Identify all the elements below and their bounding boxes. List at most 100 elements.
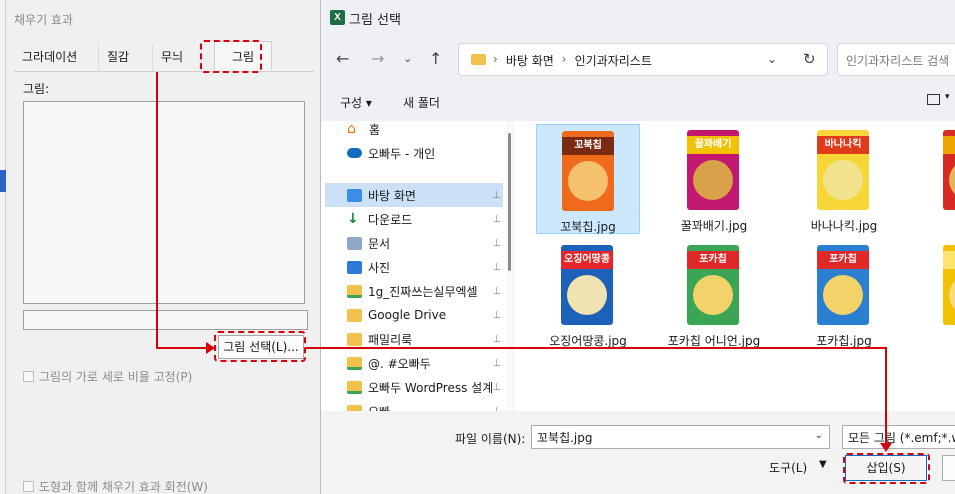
nav-item[interactable]: Google Drive ⊥ bbox=[325, 303, 503, 327]
select-picture-button[interactable]: 그림 선택(L)... bbox=[218, 335, 304, 359]
scroll-thumb[interactable] bbox=[508, 133, 511, 271]
pin-icon: ⊥ bbox=[492, 333, 501, 345]
address-bar[interactable]: › 바탕 화면 › 인기과자리스트 ⌄ ↻ bbox=[458, 43, 828, 76]
nav-item[interactable]: 문서 ⊥ bbox=[325, 231, 503, 255]
filetype-select[interactable]: 모든 그림 (*.emf;*.wmf bbox=[842, 425, 955, 449]
pin-icon: ⊥ bbox=[492, 405, 501, 412]
pin-icon: ⊥ bbox=[492, 237, 501, 249]
pin-icon: ⊥ bbox=[492, 309, 501, 321]
folder-icon bbox=[347, 404, 362, 411]
nav-item[interactable]: 오빠두 WordPress 설계 ⊥ bbox=[325, 375, 503, 399]
tools-button[interactable]: 도구(L) bbox=[769, 459, 807, 476]
chevron-right-icon: › bbox=[561, 52, 567, 66]
nav-item[interactable]: 사진 ⊥ bbox=[325, 255, 503, 279]
file-tile[interactable]: 허니허니 bbox=[918, 239, 955, 349]
file-tile[interactable]: 오징어땅콩 오징어땅콩.jpg bbox=[536, 239, 640, 349]
package-logo: 포카칩 bbox=[687, 251, 739, 269]
back-arrow-icon[interactable]: ← bbox=[336, 49, 349, 68]
chevron-down-icon[interactable]: ⌄ bbox=[815, 430, 823, 441]
annotation-line bbox=[306, 347, 886, 349]
nav-item-label: 다운로드 bbox=[368, 212, 413, 227]
file-thumbnail: 포카칩 bbox=[817, 245, 869, 325]
nav-item-label: @. #오빠두 bbox=[368, 356, 431, 371]
tab-texture[interactable]: 질감 bbox=[98, 44, 137, 72]
snack-image bbox=[568, 161, 608, 201]
pin-icon: ⊥ bbox=[492, 357, 501, 369]
nav-scrollbar[interactable] bbox=[506, 121, 513, 411]
file-thumbnail: 오징어땅콩 bbox=[561, 245, 613, 325]
breadcrumb-desktop[interactable]: 바탕 화면 bbox=[506, 52, 554, 69]
fill-tabs: 그라데이션 질감 무늬 그림 bbox=[14, 41, 314, 72]
folder-icon bbox=[471, 54, 486, 65]
package-logo: 허니 bbox=[943, 251, 955, 269]
tools-caret-icon[interactable]: ▼ bbox=[819, 459, 827, 470]
organize-button[interactable]: 구성 ▾ bbox=[340, 94, 372, 111]
desktop-icon bbox=[347, 188, 362, 202]
tab-gradient[interactable]: 그라데이션 bbox=[14, 44, 85, 72]
package-logo: 꼬북칩 bbox=[562, 137, 614, 155]
file-thumbnail: 꿀꽈배기 bbox=[687, 130, 739, 210]
file-tile[interactable]: 바나나킥 바나나킥.jpg bbox=[792, 124, 896, 234]
nav-item-label: 바탕 화면 bbox=[368, 188, 416, 203]
document-icon bbox=[347, 236, 362, 250]
breadcrumb: › 바탕 화면 › 인기과자리스트 bbox=[493, 52, 652, 69]
nav-item[interactable]: 바탕 화면 ⊥ bbox=[325, 183, 503, 207]
snack-image bbox=[693, 160, 733, 200]
file-thumbnail: 썬 bbox=[943, 130, 955, 210]
lock-ratio-label: 그림의 가로 세로 비율 고정(P) bbox=[39, 370, 193, 384]
nav-item-label: 오빠두 WordPress 설계 bbox=[368, 380, 494, 395]
view-icon[interactable] bbox=[927, 94, 940, 105]
file-grid: 꼬북칩꼬북칩.jpg꿀꽈배기꿀꽈배기.jpg바나나킥바나나킥.jpg썬썬오징어땅… bbox=[514, 121, 955, 411]
nav-item[interactable]: ↓ 다운로드 ⊥ bbox=[325, 207, 503, 231]
up-arrow-icon[interactable]: ↑ bbox=[429, 49, 442, 68]
checkbox-box bbox=[23, 371, 34, 382]
package-logo: 썬 bbox=[943, 136, 955, 154]
annotation-line bbox=[156, 72, 158, 348]
excel-app-icon: X bbox=[330, 10, 345, 25]
insert-button[interactable]: 삽입(S) bbox=[845, 455, 927, 481]
file-thumbnail: 바나나킥 bbox=[817, 130, 869, 210]
nav-item[interactable]: 오빠두 - 개인 bbox=[325, 141, 503, 165]
breadcrumb-folder[interactable]: 인기과자리스트 bbox=[575, 52, 652, 69]
filename-label: 파일 이름(N): bbox=[455, 432, 526, 446]
pin-icon: ⊥ bbox=[492, 213, 501, 225]
nav-item-label: 오빠두 - 개인 bbox=[368, 146, 436, 161]
snack-image bbox=[823, 275, 863, 315]
nav-item[interactable]: 오빠 ⊥ bbox=[325, 399, 503, 411]
forward-arrow-icon[interactable]: → bbox=[371, 49, 384, 68]
file-thumbnail: 꼬북칩 bbox=[562, 131, 614, 211]
folder-icon bbox=[347, 380, 362, 394]
filename-input[interactable]: 꼬북칩.jpg ⌄ bbox=[531, 425, 830, 449]
file-thumbnail: 포카칩 bbox=[687, 245, 739, 325]
pin-icon: ⊥ bbox=[492, 189, 501, 201]
nav-item[interactable]: 1g_진짜쓰는실무엑셀 ⊥ bbox=[325, 279, 503, 303]
picture-preview bbox=[23, 101, 305, 304]
cancel-button[interactable] bbox=[942, 455, 955, 481]
file-tile[interactable]: 포카칩 포카칩.jpg bbox=[792, 239, 896, 349]
nav-item[interactable]: @. #오빠두 ⊥ bbox=[325, 351, 503, 375]
file-tile[interactable]: 포카칩 포카칩 어니언.jpg bbox=[662, 239, 766, 349]
view-caret-icon[interactable]: ▾ bbox=[945, 92, 950, 102]
tab-picture[interactable]: 그림 bbox=[214, 41, 272, 71]
file-name: 허니 bbox=[918, 333, 955, 349]
refresh-icon[interactable]: ↻ bbox=[803, 50, 816, 68]
file-tile[interactable]: 꿀꽈배기 꿀꽈배기.jpg bbox=[662, 124, 766, 234]
package-logo: 포카칩 bbox=[817, 251, 869, 269]
snack-image bbox=[949, 160, 955, 200]
file-tile[interactable]: 꼬북칩 꼬북칩.jpg bbox=[536, 124, 640, 234]
search-input[interactable]: 인기과자리스트 검색 bbox=[837, 43, 955, 76]
chevron-down-icon[interactable]: ⌄ bbox=[767, 52, 777, 66]
folder-icon bbox=[347, 356, 362, 370]
package-logo: 꿀꽈배기 bbox=[687, 136, 739, 154]
nav-item[interactable]: ⌂ 홈 bbox=[325, 121, 503, 141]
tab-pattern[interactable]: 무늬 bbox=[152, 44, 191, 72]
file-tile[interactable]: 썬썬 bbox=[918, 124, 955, 234]
recent-chevron-icon[interactable]: ⌄ bbox=[403, 52, 412, 65]
pin-icon: ⊥ bbox=[492, 381, 501, 393]
lock-ratio-checkbox[interactable]: 그림의 가로 세로 비율 고정(P) bbox=[23, 368, 192, 385]
fill-dialog-title: 채우기 효과 bbox=[14, 13, 74, 27]
folder-icon bbox=[347, 332, 362, 346]
new-folder-button[interactable]: 새 폴더 bbox=[403, 94, 440, 111]
rotate-label: 도형과 함께 채우기 효과 회전(W) bbox=[39, 480, 208, 494]
rotate-with-shape-checkbox[interactable]: 도형과 함께 채우기 효과 회전(W) bbox=[23, 478, 208, 494]
